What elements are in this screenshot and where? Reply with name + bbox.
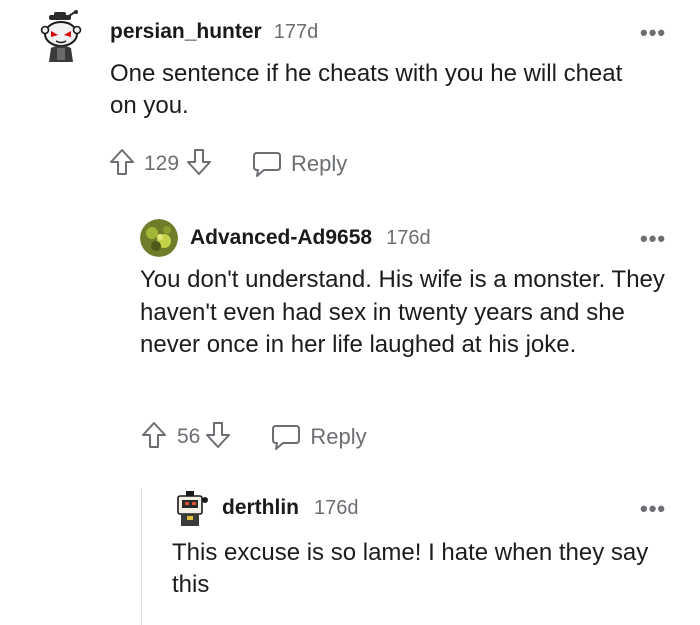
comment-body: You don't understand. His wife is a mons… (140, 266, 665, 358)
username[interactable]: Advanced-Ad9658 (190, 226, 372, 250)
downvote-icon[interactable] (204, 420, 232, 455)
snoo-avatar-icon (40, 10, 82, 62)
upvote-icon[interactable] (140, 420, 168, 455)
avatar[interactable] (140, 219, 178, 257)
avatar[interactable] (172, 488, 212, 528)
vote-count: 56 (177, 425, 201, 448)
robot-avatar-icon (177, 491, 208, 526)
comment-actions: 129 Reply (108, 148, 347, 180)
comment-age: 176d (386, 227, 431, 249)
username[interactable]: persian_hunter (110, 20, 262, 44)
speech-bubble-icon (272, 425, 301, 450)
comment-body: This excuse is so lame! I hate when they… (172, 539, 649, 598)
upvote-icon[interactable] (108, 147, 136, 182)
comment-body: One sentence if he cheats with you he wi… (110, 60, 623, 119)
thread-line[interactable] (141, 488, 142, 625)
vote-count: 129 (144, 152, 180, 175)
reply-label: Reply (291, 151, 348, 176)
green-leaf-avatar-icon (140, 219, 178, 257)
reply-label: Reply (310, 424, 367, 449)
comment-actions: 56 Reply (140, 421, 367, 453)
downvote-icon[interactable] (185, 147, 213, 182)
reply-button[interactable]: Reply (251, 150, 347, 178)
speech-bubble-icon (253, 152, 282, 177)
username[interactable]: derthlin (222, 496, 299, 520)
more-options-icon[interactable]: ••• (640, 22, 666, 44)
comment-age: 176d (314, 497, 359, 519)
avatar[interactable] (38, 10, 84, 62)
comment-age: 177d (273, 21, 319, 43)
more-options-icon[interactable]: ••• (640, 498, 666, 520)
reply-button[interactable]: Reply (270, 423, 367, 451)
more-options-icon[interactable]: ••• (640, 228, 666, 250)
